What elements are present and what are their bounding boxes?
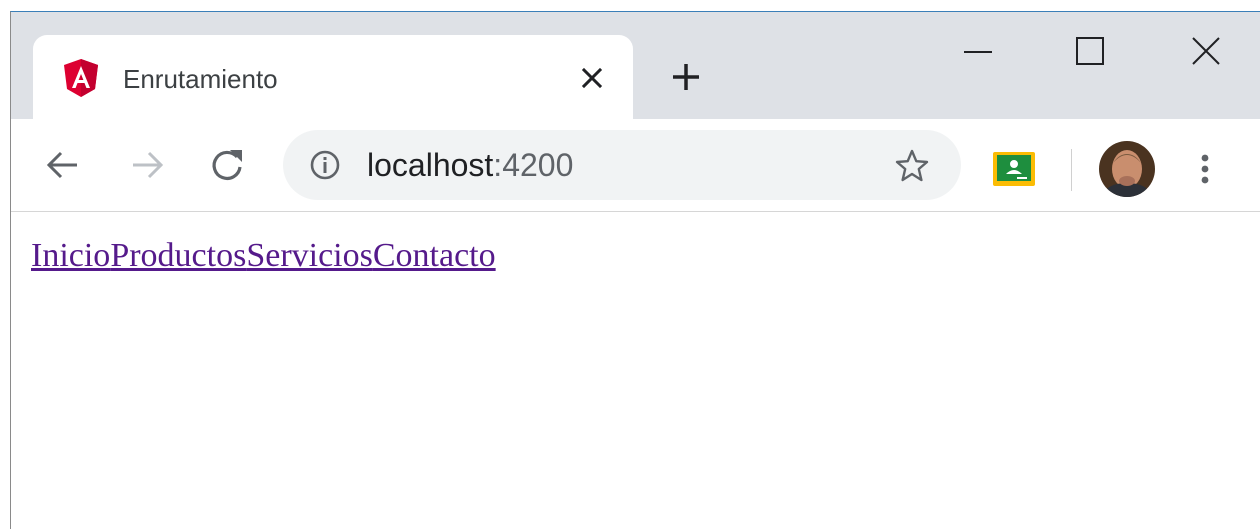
page-nav: InicioProductosServiciosContacto xyxy=(31,234,496,278)
angular-icon xyxy=(64,59,98,97)
minimize-icon[interactable] xyxy=(961,34,995,68)
url-text: localhost:4200 xyxy=(367,146,573,184)
omnibox[interactable]: localhost:4200 xyxy=(283,130,961,200)
tab-strip: Enrutamiento xyxy=(11,12,1260,119)
link-contacto[interactable]: Contacto xyxy=(373,237,496,274)
url-host: localhost xyxy=(367,147,494,183)
browser-window: Enrutamiento localhost:4200 InicioProduc… xyxy=(10,11,1260,530)
plus-icon[interactable] xyxy=(669,60,703,94)
arrow-left-icon[interactable] xyxy=(45,147,81,183)
kebab-menu-icon[interactable] xyxy=(1193,151,1217,187)
tab-title: Enrutamiento xyxy=(123,64,278,94)
maximize-icon[interactable] xyxy=(1073,34,1107,68)
arrow-right-icon[interactable] xyxy=(129,147,165,183)
avatar[interactable] xyxy=(1099,141,1155,197)
page-content: InicioProductosServiciosContacto xyxy=(11,212,1260,530)
info-icon[interactable] xyxy=(309,149,341,181)
reload-icon[interactable] xyxy=(209,147,245,183)
close-icon[interactable] xyxy=(577,63,607,93)
profile-photo xyxy=(1099,141,1155,197)
link-productos[interactable]: Productos xyxy=(110,237,246,274)
window-close-icon[interactable] xyxy=(1189,34,1223,68)
browser-toolbar: localhost:4200 xyxy=(11,119,1260,212)
star-icon[interactable] xyxy=(894,148,930,184)
url-port: :4200 xyxy=(493,147,574,183)
toolbar-divider xyxy=(1071,149,1072,191)
tab-active[interactable]: Enrutamiento xyxy=(33,35,633,119)
link-servicios[interactable]: Servicios xyxy=(246,237,373,274)
link-inicio[interactable]: Inicio xyxy=(31,237,110,274)
google-classroom-icon[interactable] xyxy=(993,152,1035,186)
